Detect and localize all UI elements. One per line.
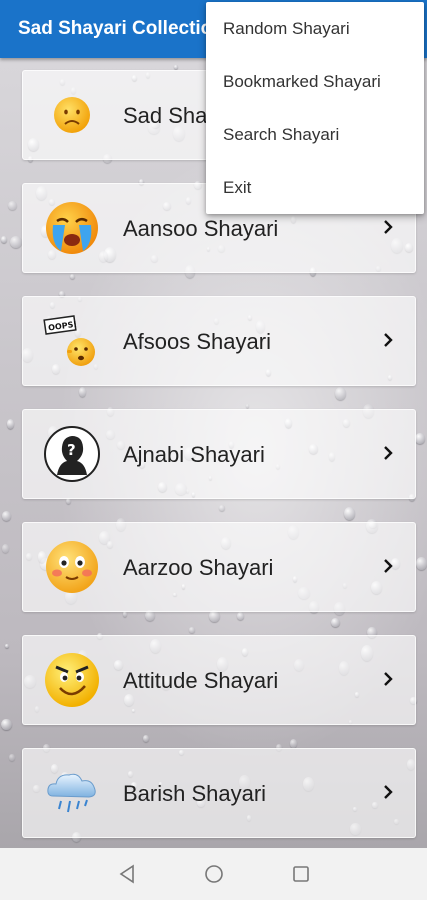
raindrop [1,718,13,731]
menu-item-random-shayari[interactable]: Random Shayari [206,2,424,55]
chevron-right-icon [384,446,393,460]
raindrop [415,556,427,571]
home-circle-icon[interactable] [204,864,224,884]
oops-face-icon: OOPS! [43,312,101,370]
raindrop [5,643,10,648]
crying-face-icon [43,199,101,257]
category-label: Afsoos Shayari [123,329,271,354]
chevron-right-icon [384,672,393,686]
raindrop [1,544,9,554]
category-card-ajnabi[interactable]: ? Ajnabi Shayari [22,409,416,499]
system-navigation-bar [0,848,427,900]
stranger-silhouette-icon: ? [43,425,101,483]
overflow-menu: Random Shayari Bookmarked Shayari Search… [206,2,424,214]
recents-square-icon[interactable] [292,864,310,884]
raindrop [174,64,179,70]
chevron-right-icon [384,220,393,234]
raindrop [8,753,16,762]
menu-item-bookmarked-shayari[interactable]: Bookmarked Shayari [206,55,424,108]
sad-face-icon [43,86,101,144]
raindrop [2,511,12,521]
chevron-right-icon [384,559,393,573]
back-triangle-icon[interactable] [118,864,136,884]
raindrop [7,201,17,211]
blushing-face-icon [43,538,101,596]
category-card-barish[interactable]: Barish Shayari [22,748,416,838]
category-label: Aansoo Shayari [123,216,279,241]
chevron-right-icon [384,785,393,799]
raindrop [6,418,15,430]
attitude-face-icon [43,651,101,709]
category-label: Ajnabi Shayari [123,442,265,467]
raindrop [1,236,7,244]
raindrop [415,433,425,444]
category-card-aarzoo[interactable]: Aarzoo Shayari [22,522,416,612]
app-title: Sad Shayari Collection [18,18,208,39]
rain-cloud-icon [43,764,101,822]
category-label: Aarzoo Shayari [123,555,274,580]
category-label: Barish Shayari [123,781,267,806]
chevron-right-icon [384,333,393,347]
category-card-attitude[interactable]: Attitude Shayari [22,635,416,725]
menu-item-exit[interactable]: Exit [206,161,424,214]
category-label: Attitude Shayari [123,668,279,693]
svg-text:?: ? [67,441,76,459]
raindrop [9,235,22,248]
menu-item-search-shayari[interactable]: Search Shayari [206,108,424,161]
category-card-afsoos[interactable]: OOPS! Afsoos Shayari [22,296,416,386]
